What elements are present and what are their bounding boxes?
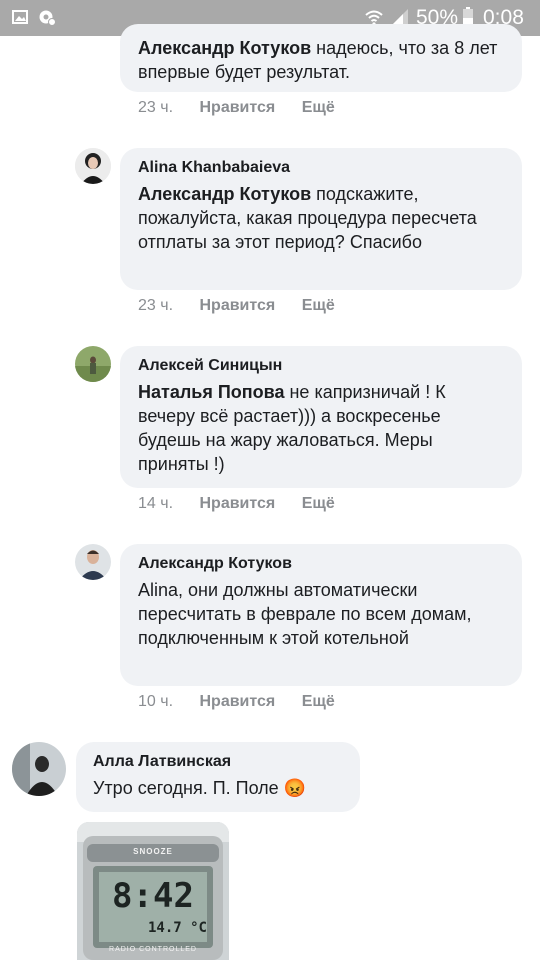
- comment-bubble: Александр Котуков надеюсь, что за 8 лет …: [120, 24, 522, 92]
- comment-bubble: Александр Котуков Alina, они должны авто…: [120, 544, 522, 686]
- comment-text: Alina, они должны автоматически пересчит…: [138, 580, 472, 648]
- comment-time[interactable]: 10 ч.: [138, 693, 173, 711]
- clock-temperature-display: 14.7 °C: [147, 920, 207, 936]
- comment-actions: 14 ч. Нравится Ещё: [138, 495, 335, 513]
- image-icon: [12, 10, 28, 24]
- comment-text: Утро сегодня. П. Поле: [93, 778, 284, 798]
- comment-author[interactable]: Alina Khanbabaieva: [138, 158, 504, 178]
- avatar[interactable]: [75, 148, 111, 184]
- clock-radio-label: RADIO CONTROLLED: [109, 946, 197, 953]
- mention-link[interactable]: Александр Котуков: [138, 184, 311, 204]
- like-button[interactable]: Нравится: [199, 495, 275, 513]
- comment-actions: 23 ч. Нравится Ещё: [138, 297, 335, 315]
- avatar[interactable]: [75, 346, 111, 382]
- comment-author[interactable]: Алла Латвинская: [93, 752, 342, 772]
- comment-time[interactable]: 23 ч.: [138, 297, 173, 315]
- more-button[interactable]: Ещё: [302, 495, 335, 513]
- comment-bubble: Alina Khanbabaieva Александр Котуков под…: [120, 148, 522, 290]
- angry-face-emoji: 😡: [283, 778, 307, 798]
- comment-actions: 10 ч. Нравится Ещё: [138, 693, 335, 711]
- more-button[interactable]: Ещё: [302, 297, 335, 315]
- settings-notification-icon: [39, 10, 56, 26]
- like-button[interactable]: Нравится: [199, 99, 275, 117]
- like-button[interactable]: Нравится: [199, 693, 275, 711]
- clock-time-display: 8:42: [112, 876, 194, 916]
- mention-link[interactable]: Наталья Попова: [138, 382, 284, 402]
- avatar[interactable]: [75, 544, 111, 580]
- comment-bubble: Алла Латвинская Утро сегодня. П. Поле 😡: [76, 742, 360, 812]
- clock-brand-label: SNOOZE: [133, 847, 173, 856]
- comment-author[interactable]: Алексей Синицын: [138, 356, 504, 376]
- avatar[interactable]: [12, 742, 66, 796]
- comment-photo[interactable]: SNOOZE 8:42 14.7 °C RADIO CONTROLLED: [77, 822, 229, 960]
- comment-actions: 23 ч. Нравится Ещё: [138, 99, 335, 117]
- like-button[interactable]: Нравится: [199, 297, 275, 315]
- comment-time[interactable]: 23 ч.: [138, 99, 173, 117]
- comment-bubble: Алексей Синицын Наталья Попова не каприз…: [120, 346, 522, 488]
- comment-time[interactable]: 14 ч.: [138, 495, 173, 513]
- more-button[interactable]: Ещё: [302, 693, 335, 711]
- mention-link[interactable]: Александр Котуков: [138, 38, 311, 58]
- comment-author[interactable]: Александр Котуков: [138, 554, 504, 574]
- more-button[interactable]: Ещё: [302, 99, 335, 117]
